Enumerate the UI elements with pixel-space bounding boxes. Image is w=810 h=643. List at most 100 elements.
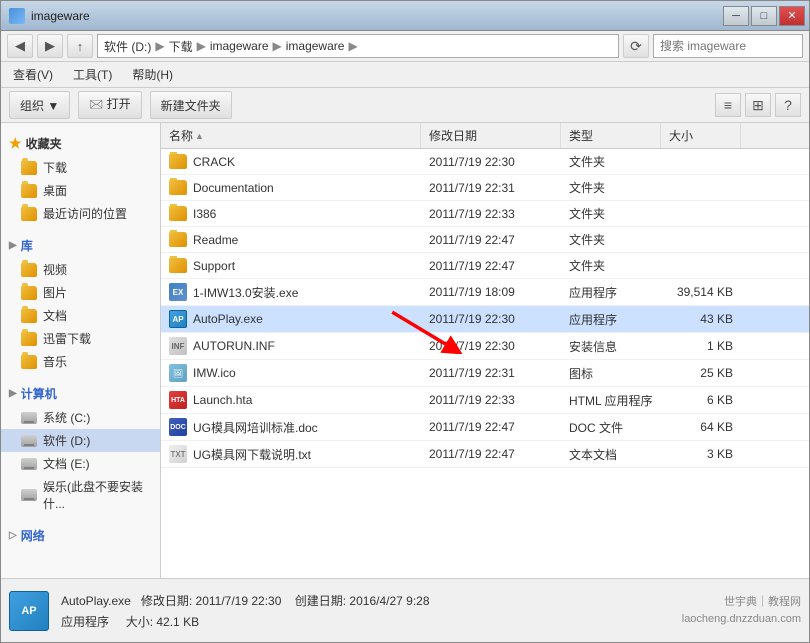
breadcrumb-part-3[interactable]: imageware [210,39,269,53]
sidebar-item-c-drive[interactable]: 系统 (C:) [1,406,160,429]
file-date: 2011/7/19 22:31 [421,179,561,197]
status-info: AutoPlay.exe 修改日期: 2011/7/19 22:30 创建日期:… [61,592,430,630]
file-name: Support [161,256,421,275]
file-name-label: UG模具网下载说明.txt [193,446,311,463]
folder-icon [21,309,37,323]
file-size: 25 KB [661,364,741,382]
explorer-window: imageware ─ □ ✕ ◀ ▶ ↑ 软件 (D:) ▶ 下载 ▶ ima… [0,0,810,643]
breadcrumb-sep-1: ▶ [155,39,164,53]
file-row[interactable]: I386 2011/7/19 22:33 文件夹 [161,201,809,227]
favorites-header[interactable]: ★ 收藏夹 [1,131,160,156]
refresh-button[interactable]: ⟳ [623,34,649,58]
file-row[interactable]: 🖼 IMW.ico 2011/7/19 22:31 图标 25 KB [161,360,809,387]
file-row[interactable]: EX 1-IMW13.0安装.exe 2011/7/19 18:09 应用程序 … [161,279,809,306]
file-type: 文件夹 [561,151,661,172]
sidebar-item-d-drive[interactable]: 软件 (D:) [1,429,160,452]
network-header[interactable]: ▷ 网络 [1,523,160,548]
view-tiles-button[interactable]: ⊞ [745,93,771,117]
file-date: 2011/7/19 22:31 [421,364,561,382]
sidebar-item-e-drive[interactable]: 文档 (E:) [1,452,160,475]
file-size [661,186,741,190]
folder-icon [21,332,37,346]
file-row[interactable]: HTA Launch.hta 2011/7/19 22:33 HTML 应用程序… [161,387,809,414]
file-name-label: 1-IMW13.0安装.exe [193,284,298,301]
file-row[interactable]: Support 2011/7/19 22:47 文件夹 [161,253,809,279]
sidebar-item-pictures[interactable]: 图片 [1,281,160,304]
file-name: EX 1-IMW13.0安装.exe [161,281,421,303]
minimize-button[interactable]: ─ [723,6,749,26]
file-name-label: CRACK [193,155,235,169]
file-date: 2011/7/19 22:30 [421,310,561,328]
sidebar-item-label: 图片 [43,284,67,301]
help-button[interactable]: ? [775,93,801,117]
new-folder-button[interactable]: 新建文件夹 [150,91,232,119]
forward-button[interactable]: ▶ [37,34,63,58]
breadcrumb-part-1[interactable]: 软件 (D:) [104,38,151,55]
sidebar-item-music[interactable]: 音乐 [1,350,160,373]
view-details-button[interactable]: ≡ [715,93,741,117]
sidebar-item-label: 文档 [43,307,67,324]
folder-icon [21,184,37,198]
file-row[interactable]: AP AutoPlay.exe 2011/7/19 22:30 应用程序 43 … [161,306,809,333]
col-header-type[interactable]: 类型 [561,123,661,148]
folder-icon [169,154,187,169]
sidebar-item-video[interactable]: 视频 [1,258,160,281]
file-row[interactable]: TXT UG模具网下载说明.txt 2011/7/19 22:47 文本文档 3… [161,441,809,468]
toolbar: 组织 ▼ 🖂 打开 新建文件夹 ≡ ⊞ ? [1,88,809,123]
sidebar-item-label: 娱乐(此盘不要安装什... [43,478,152,512]
breadcrumb-part-4[interactable]: imageware [286,39,345,53]
search-box[interactable]: 🔍 [653,34,803,58]
file-name-label: UG模具网培训标准.doc [193,419,318,436]
file-list-area: 名称 ▲ 修改日期 类型 大小 CRACK 2011/ [161,123,809,578]
folder-icon [21,286,37,300]
maximize-button[interactable]: □ [751,6,777,26]
file-date: 2011/7/19 22:33 [421,205,561,223]
col-header-name[interactable]: 名称 ▲ [161,123,421,148]
file-date: 2011/7/19 22:47 [421,445,561,463]
sidebar-item-documents[interactable]: 文档 [1,304,160,327]
library-section: ▶ 库 视频 图片 文档 迅雷下载 [1,233,160,373]
file-date: 2011/7/19 22:47 [421,418,561,436]
back-button[interactable]: ◀ [7,34,33,58]
sidebar-item-desktop[interactable]: 桌面 [1,179,160,202]
file-row[interactable]: Documentation 2011/7/19 22:31 文件夹 [161,175,809,201]
file-row[interactable]: DOC UG模具网培训标准.doc 2011/7/19 22:47 DOC 文件… [161,414,809,441]
sidebar-item-label: 迅雷下载 [43,330,91,347]
file-size: 6 KB [661,391,741,409]
address-box[interactable]: 软件 (D:) ▶ 下载 ▶ imageware ▶ imageware ▶ [97,34,619,58]
file-row[interactable]: CRACK 2011/7/19 22:30 文件夹 [161,149,809,175]
open-button[interactable]: 🖂 打开 [78,91,141,119]
txt-icon: TXT [169,445,187,463]
menu-bar: 查看(V) 工具(T) 帮助(H) [1,62,809,88]
sidebar-item-label: 软件 (D:) [43,432,90,449]
computer-header[interactable]: ▶ 计算机 [1,381,160,406]
window-icon [9,8,25,24]
organize-button[interactable]: 组织 ▼ [9,91,70,119]
breadcrumb-part-2[interactable]: 下载 [169,38,193,55]
up-button[interactable]: ↑ [67,34,93,58]
file-row[interactable]: INF AUTORUN.INF 2011/7/19 22:30 安装信息 1 K… [161,333,809,360]
menu-tools[interactable]: 工具(T) [69,64,116,85]
menu-help[interactable]: 帮助(H) [128,64,177,85]
library-header[interactable]: ▶ 库 [1,233,160,258]
status-filename: AutoPlay.exe 修改日期: 2011/7/19 22:30 创建日期:… [61,592,430,609]
drive-icon [21,489,37,501]
col-header-date[interactable]: 修改日期 [421,123,561,148]
file-type: DOC 文件 [561,417,661,438]
sidebar-item-recent[interactable]: 最近访问的位置 [1,202,160,225]
drive-icon [21,412,37,424]
file-type: 文件夹 [561,177,661,198]
file-name: AP AutoPlay.exe [161,308,421,330]
file-name-label: Readme [193,233,238,247]
search-input[interactable] [660,39,810,53]
sidebar-item-thunder[interactable]: 迅雷下载 [1,327,160,350]
sidebar-item-downloads[interactable]: 下载 [1,156,160,179]
col-header-size[interactable]: 大小 [661,123,741,148]
doc-icon: DOC [169,418,187,436]
file-name: 🖼 IMW.ico [161,362,421,384]
sidebar-item-entertainment-drive[interactable]: 娱乐(此盘不要安装什... [1,475,160,515]
close-button[interactable]: ✕ [779,6,805,26]
file-name: Documentation [161,178,421,197]
menu-view[interactable]: 查看(V) [9,64,57,85]
file-row[interactable]: Readme 2011/7/19 22:47 文件夹 [161,227,809,253]
